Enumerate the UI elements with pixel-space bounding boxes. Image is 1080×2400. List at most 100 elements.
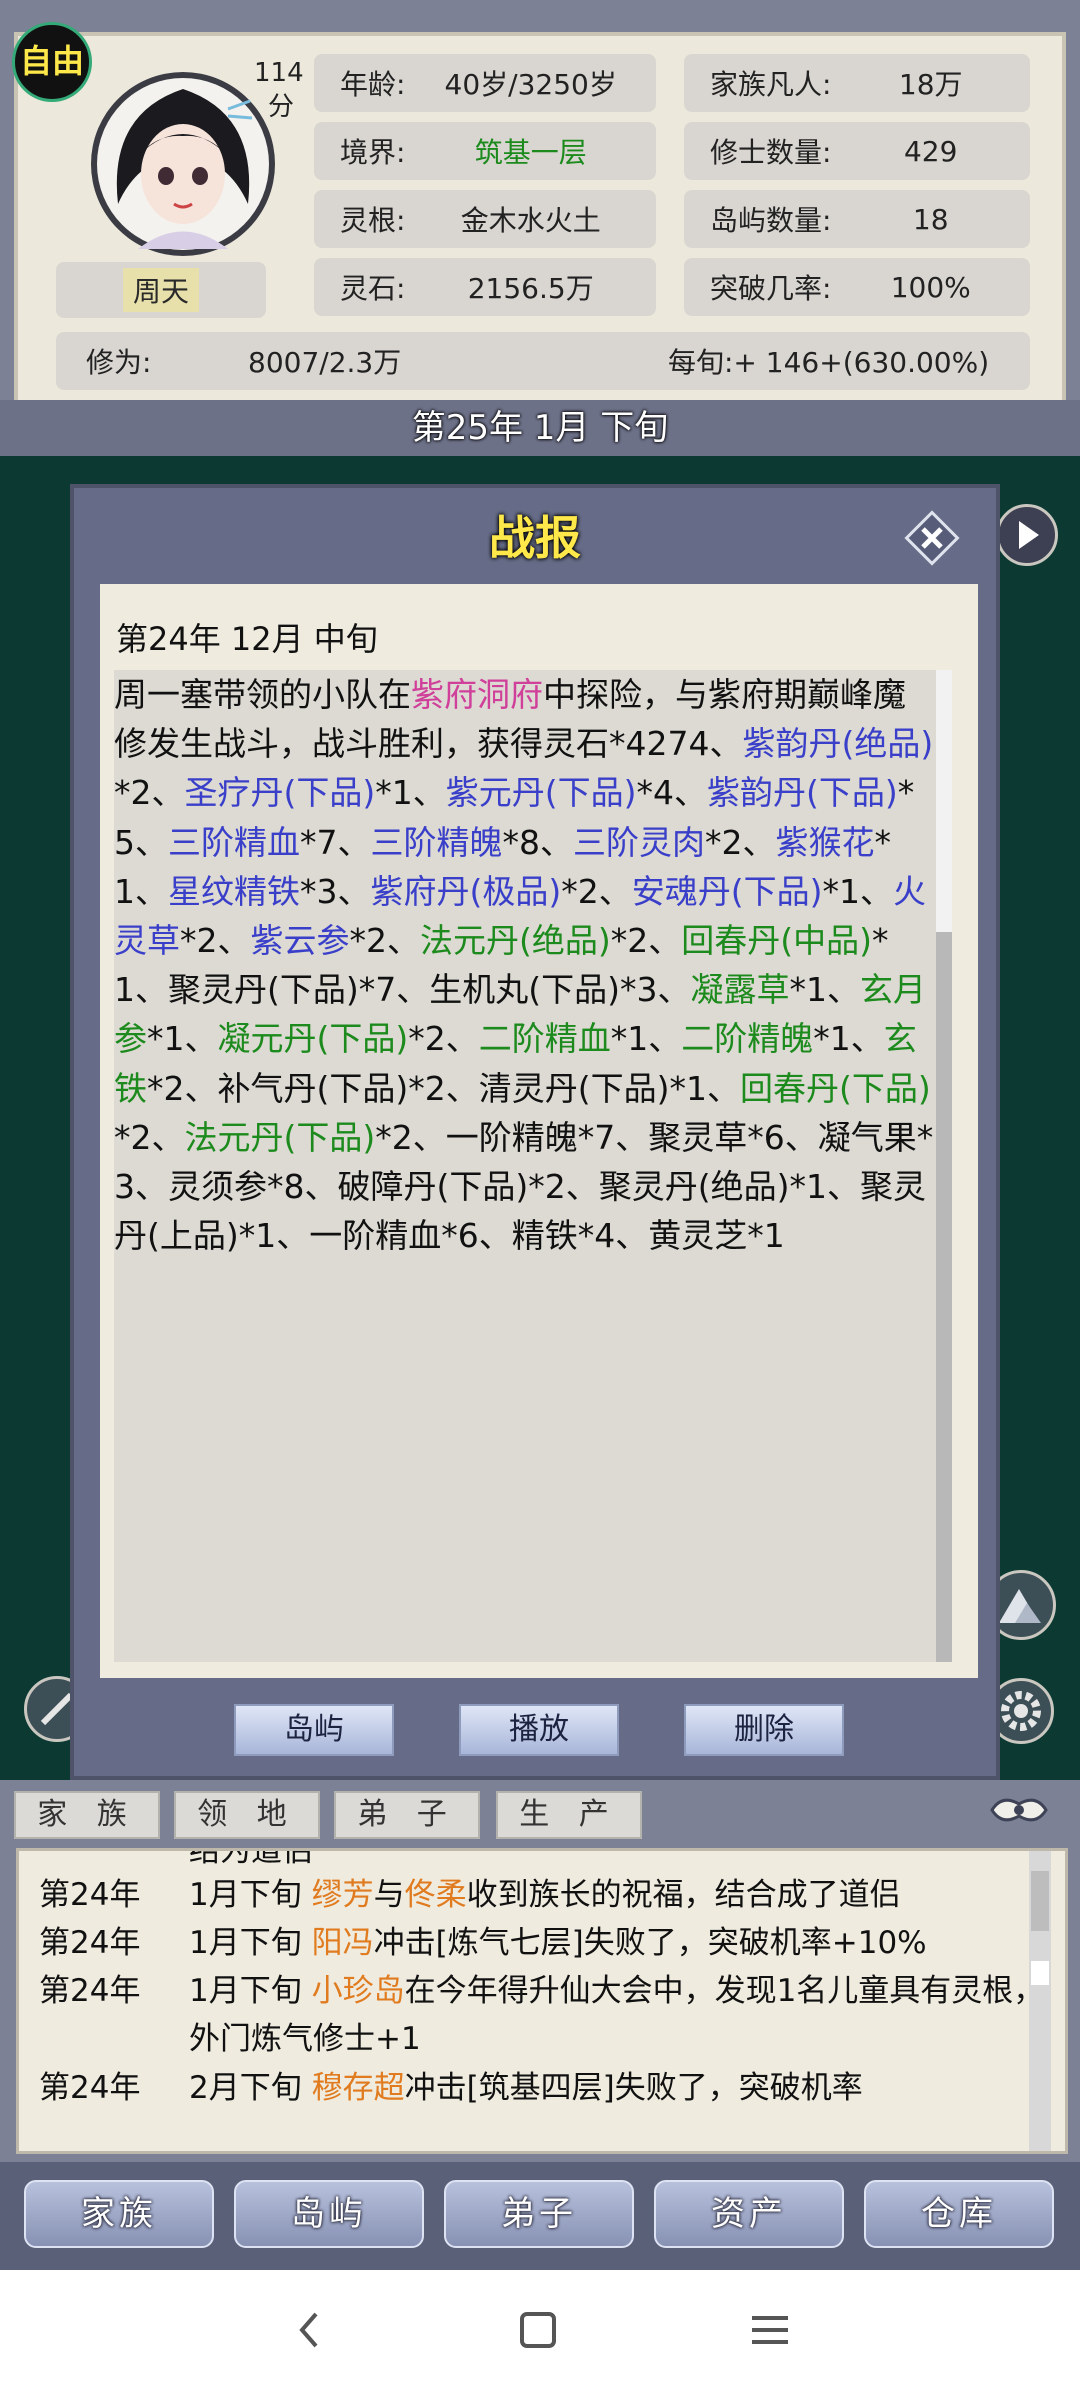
report-segment: *1、: [813, 1019, 884, 1059]
report-segment: 回春丹(下品): [740, 1068, 931, 1108]
mode-badge[interactable]: 自由: [12, 22, 92, 102]
gear-icon: [1001, 1691, 1041, 1731]
log-year: 第24年: [39, 2070, 141, 2106]
log-message: 2月下旬 穆存超冲击[筑基四层]失败了，突破机率: [189, 2064, 1049, 2112]
report-content-panel: 第24年 12月 中旬 周一塞带领的小队在紫府洞府中探险，与紫府期巅峰魔修发生战…: [100, 584, 978, 1678]
tab-disciples[interactable]: 弟 子: [334, 1791, 480, 1839]
stats-panel: 自由 114 分 周天 年龄: 40岁/3250岁 境界: 筑基一层 灵根: 金…: [12, 22, 1066, 404]
event-log-panel[interactable]: 结为道侣 第24年 1月下旬 缪芳与佟柔收到族长的祝福，结合成了道侣 第24年 1月下…: [16, 1848, 1068, 2154]
tab-territory[interactable]: 领 地: [174, 1791, 320, 1839]
report-segment: *8、: [502, 822, 574, 862]
report-segment: *1、: [610, 1019, 682, 1059]
ornament-toggle-icon: [990, 1798, 1048, 1822]
war-report-dialog: 战报 第24年 12月 中旬 周一塞带领的小队在紫府洞府中探险，与紫府期巅峰魔修…: [70, 484, 1000, 1780]
cultivators-value: 429: [903, 134, 958, 168]
mortals-stat: 家族凡人: 18万: [684, 54, 1030, 112]
report-segment: 紫云参: [250, 921, 350, 961]
log-scrollbar-indicator: [1031, 1961, 1049, 1985]
nav-family[interactable]: 家族: [24, 2180, 214, 2248]
play-button[interactable]: 播放: [459, 1704, 619, 1756]
islands-button[interactable]: 岛屿: [234, 1704, 394, 1756]
report-segment: 紫韵丹(绝品): [742, 724, 934, 764]
log-n1[interactable]: 阳冯: [312, 1925, 374, 1961]
report-segment: 回春丹(中品): [681, 921, 872, 961]
log-n2[interactable]: 佟柔: [405, 1877, 467, 1913]
report-segment: 三阶精血: [168, 822, 300, 862]
report-segment: 紫元丹(下品): [445, 773, 637, 813]
character-name-text: 周天: [122, 268, 199, 312]
character-name[interactable]: 周天: [56, 262, 266, 318]
log-n1[interactable]: 穆存超: [312, 2070, 405, 2106]
report-segment: 三阶精魄: [370, 822, 503, 862]
report-segment: *2、: [610, 921, 682, 961]
chevron-left-icon: [299, 2312, 318, 2348]
breakthrough-stat: 突破几率: 100%: [684, 258, 1030, 316]
close-button[interactable]: [902, 508, 962, 568]
report-segment: 三阶灵肉: [573, 822, 705, 862]
breakthrough-label: 突破几率:: [710, 272, 832, 305]
menu-icon[interactable]: [740, 2300, 800, 2360]
spirit-root-stat: 灵根: 金木水火土: [314, 190, 656, 248]
play-icon[interactable]: [996, 504, 1058, 566]
report-segment: 紫猴花: [775, 822, 875, 862]
log-year: 第24年: [39, 1925, 141, 1961]
nav-islands[interactable]: 岛屿: [234, 2180, 424, 2248]
report-segment: 周一塞带领的小队在: [114, 675, 411, 714]
report-segment: 星纹精铁: [168, 871, 300, 911]
tab-family[interactable]: 家 族: [14, 1791, 160, 1839]
report-segment: *2、补气丹(下品)*2、清灵丹(下品)*1、: [147, 1068, 740, 1108]
report-segment: *2、: [349, 921, 421, 961]
report-segment: *1、: [375, 773, 446, 813]
home-icon[interactable]: [508, 2300, 568, 2360]
realm-label: 境界:: [340, 136, 406, 169]
spirit-root-value: 金木水火土: [460, 204, 601, 237]
expand-toggle-icon[interactable]: [984, 1790, 1054, 1830]
log-year: 第24年: [39, 1877, 141, 1913]
report-segment: *2、: [180, 921, 251, 961]
report-segment: 紫府洞府: [411, 675, 543, 714]
system-navigation-bar: [0, 2270, 1080, 2400]
age-stat: 年龄: 40岁/3250岁: [314, 54, 656, 112]
report-scrollbar-thumb[interactable]: [936, 932, 952, 1662]
spirit-stone-stat: 灵石: 2156.5万: [314, 258, 656, 316]
report-segment: *2、: [705, 822, 776, 862]
report-date: 第24年 12月 中旬: [116, 620, 378, 658]
age-value: 40岁/3250岁: [444, 68, 617, 101]
dialog-title: 战报: [489, 511, 581, 565]
report-segment: *1、: [789, 970, 861, 1010]
nav-warehouse[interactable]: 仓库: [864, 2180, 1054, 2248]
log-message: 1月下旬 阳冯冲击[炼气七层]失败了，突破机率+10%: [189, 1919, 1049, 1967]
mode-badge-label: 自由: [19, 42, 84, 80]
report-segment: *2、: [408, 1019, 479, 1059]
count-unit: 分: [268, 92, 295, 122]
current-date: 第25年 1月 下旬: [0, 400, 1080, 456]
report-scroll-area[interactable]: 周一塞带领的小队在紫府洞府中探险，与紫府期巅峰魔修发生战斗，战斗胜利，获得灵石*…: [114, 670, 952, 1662]
per-period-gain: 每旬:+ 146+(630.00%): [668, 346, 990, 379]
report-scrollbar[interactable]: [936, 670, 952, 1662]
tab-production[interactable]: 生 产: [496, 1791, 642, 1839]
log-scrollbar-thumb[interactable]: [1031, 1871, 1049, 1931]
back-icon[interactable]: [280, 2300, 340, 2360]
report-segment: 法元丹(绝品): [420, 921, 611, 961]
play-triangle-icon: [1019, 521, 1039, 549]
log-message: 1月下旬 缪芳与佟柔收到族长的祝福，结合成了道侣: [189, 1871, 1049, 1919]
cultivators-label: 修士数量:: [710, 136, 832, 169]
nav-disciples[interactable]: 弟子: [444, 2180, 634, 2248]
spirit-root-label: 灵根:: [340, 204, 406, 237]
nav-assets[interactable]: 资产: [654, 2180, 844, 2248]
log-n1[interactable]: 缪芳: [312, 1877, 374, 1913]
islands-stat: 岛屿数量: 18: [684, 190, 1030, 248]
count-number: 114: [254, 58, 304, 88]
log-scrollbar[interactable]: [1029, 1851, 1051, 2151]
delete-button[interactable]: 删除: [684, 1704, 844, 1756]
report-segment: *2、: [114, 1117, 185, 1157]
log-n1[interactable]: 小珍岛: [312, 1973, 405, 2009]
age-label: 年龄:: [340, 68, 406, 101]
log-pre: 1月下旬: [189, 1877, 312, 1913]
report-segment: *1、: [822, 871, 894, 911]
realm-stat: 境界: 筑基一层: [314, 122, 656, 180]
cultivation-label: 修为:: [86, 346, 152, 379]
breakthrough-value: 100%: [890, 270, 971, 304]
report-segment: 安魂丹(下品): [631, 871, 823, 911]
hamburger-menu-icon: [752, 2316, 788, 2344]
